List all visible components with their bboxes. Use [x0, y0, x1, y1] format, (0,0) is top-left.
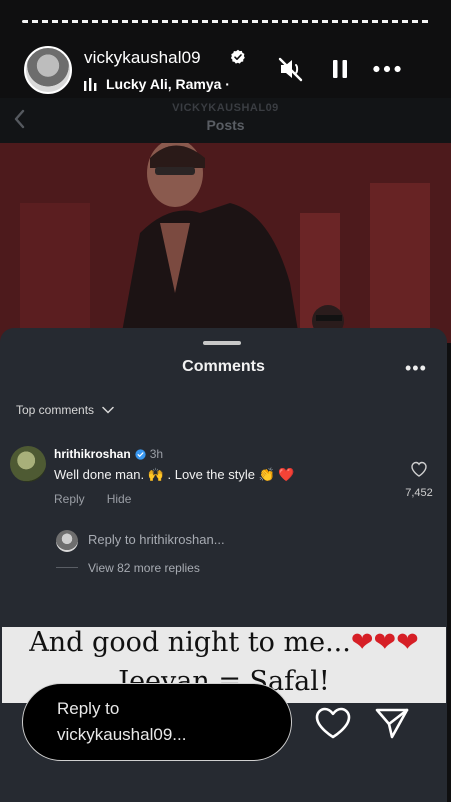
comments-title: Comments [182, 358, 265, 375]
more-icon [373, 65, 401, 73]
embedded-posts-title: Posts [206, 117, 245, 133]
embedded-posts-header: VICKYKAUSHAL09 Posts [0, 98, 451, 143]
comment-text: Well done man. 🙌 . Love the style 👏 ❤️ [54, 467, 295, 482]
post-photo [0, 143, 451, 343]
comment-avatar[interactable] [10, 446, 46, 482]
avatar[interactable] [24, 46, 72, 94]
comment-filter-dropdown[interactable]: Top comments [16, 403, 114, 417]
comment-filter-label: Top comments [16, 403, 95, 417]
send-button[interactable] [374, 706, 410, 740]
caption-line-1: And good night to me...❤❤❤ [2, 627, 446, 658]
view-more-replies-link[interactable]: View 82 more replies [88, 561, 200, 575]
story-viewer: vickykaushal09 Lucky Ali, Ramya · VICKYK… [0, 0, 451, 802]
mute-icon [278, 57, 303, 82]
heart-icon[interactable] [410, 461, 428, 477]
music-label: Lucky Ali, Ramya · [106, 76, 230, 92]
story-header: vickykaushal09 Lucky Ali, Ramya · [0, 38, 451, 98]
verified-icon [230, 49, 245, 64]
comment-like-count: 7,452 [405, 487, 433, 499]
comment-time: 3h [149, 447, 164, 461]
embedded-account-name: VICKYKAUSHAL09 [172, 102, 279, 114]
more-options-button[interactable] [372, 54, 402, 84]
like-button[interactable] [314, 706, 352, 740]
pause-button[interactable] [325, 54, 355, 84]
music-bars-icon [84, 77, 97, 91]
comment-author[interactable]: hrithikroshan 3h [54, 447, 163, 461]
caption-hearts: ❤❤❤ [350, 627, 419, 658]
send-icon [375, 708, 409, 739]
comments-more-button[interactable]: ••• [405, 358, 427, 379]
chevron-down-icon [102, 406, 114, 414]
pause-icon [333, 60, 347, 78]
post-photo-scene [0, 143, 451, 343]
comment-hide-button[interactable]: Hide [107, 492, 132, 506]
reply-to-comment-input[interactable]: Reply to hrithikroshan... [88, 532, 225, 547]
sheet-grabber[interactable] [203, 341, 241, 345]
comment-actions: Reply Hide [54, 492, 131, 506]
avatar [56, 530, 78, 552]
caption-text-1: And good night to me... [29, 627, 351, 658]
story-reply-input[interactable]: Reply to vickykaushal09... [22, 683, 292, 761]
mute-button[interactable] [276, 54, 306, 84]
comment-username: hrithikroshan [54, 447, 131, 461]
verified-icon [135, 448, 146, 460]
reply-placeholder: Reply to vickykaushal09... [57, 699, 187, 744]
music-sticker[interactable]: Lucky Ali, Ramya · [84, 76, 230, 92]
story-username[interactable]: vickykaushal09 [84, 48, 201, 68]
replies-divider [56, 567, 78, 568]
heart-icon [315, 707, 351, 739]
comment-reply-button[interactable]: Reply [54, 492, 85, 506]
story-progress-bar [22, 20, 432, 23]
